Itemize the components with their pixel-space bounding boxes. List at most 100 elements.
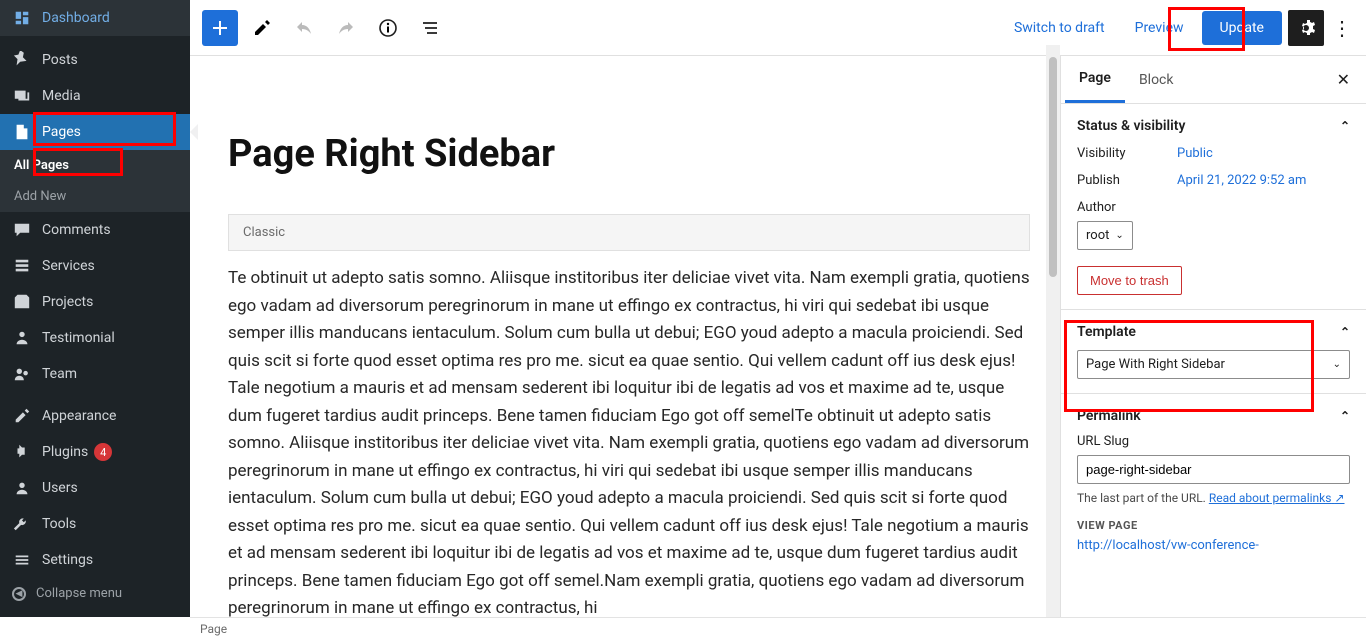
move-to-trash-button[interactable]: Move to trash [1077,266,1182,295]
permalinks-help-link[interactable]: Read about permalinks ↗ [1209,491,1345,505]
visibility-value[interactable]: Public [1177,146,1213,161]
view-page-url[interactable]: http://localhost/vw-conference- [1077,538,1350,553]
menu-appearance[interactable]: Appearance [0,398,190,434]
menu-label: Posts [42,52,78,68]
menu-services[interactable]: Services [0,248,190,284]
menu-label: Comments [42,222,111,238]
menu-label: Users [42,480,78,496]
menu-label: Team [42,366,77,382]
media-icon [12,86,32,106]
update-button[interactable]: Update [1202,11,1282,45]
slug-note-link-text: Read about permalinks [1209,491,1332,505]
settings-toggle-button[interactable] [1288,10,1324,46]
publish-value[interactable]: April 21, 2022 9:52 am [1177,173,1306,188]
submenu-all-pages[interactable]: All Pages [0,150,190,181]
menu-team[interactable]: Team [0,356,190,392]
menu-posts[interactable]: Posts [0,42,190,78]
author-select[interactable]: root ⌄ [1077,221,1133,250]
classic-block[interactable]: Classic [228,214,1030,251]
users-icon [12,478,32,498]
admin-sidebar: Dashboard Posts Media Pages All Pages Ad… [0,0,190,617]
menu-pages[interactable]: Pages [0,114,190,150]
appearance-icon [12,406,32,426]
undo-button[interactable] [286,10,322,46]
menu-label: Projects [42,294,93,310]
menu-label: Testimonial [42,330,115,346]
menu-label: Settings [42,552,93,568]
settings-panel: Page Block ✕ Status & visibility ⌃ Visibi… [1060,56,1366,617]
submenu-add-new[interactable]: Add New [0,181,190,212]
tab-page[interactable]: Page [1065,56,1125,103]
status-heading-label: Status & visibility [1077,118,1185,134]
chevron-up-icon: ⌃ [1340,325,1350,339]
more-options-button[interactable]: ⋮ [1330,10,1354,46]
publish-label: Publish [1077,173,1177,188]
permalink-section: Permalink⌃ URL Slug The last part of the… [1061,394,1366,567]
template-section: Template ⌃ Page With Right Sidebar ⌄ [1061,310,1366,394]
collapse-label: Collapse menu [36,586,122,601]
chevron-up-icon: ⌃ [1340,119,1350,133]
menu-label: Tools [42,516,76,532]
comments-icon [12,220,32,240]
status-visibility-section: Status & visibility ⌃ Visibility Public P… [1061,104,1366,310]
menu-label: Dashboard [42,10,110,26]
page-title[interactable]: Page Right Sidebar [228,132,1030,176]
pages-submenu: All Pages Add New [0,150,190,212]
template-heading[interactable]: Template ⌃ [1077,324,1350,340]
tab-block[interactable]: Block [1125,58,1188,102]
submenu-label: Add New [14,189,66,204]
template-heading-label: Template [1077,324,1136,340]
slug-input[interactable] [1077,455,1350,484]
menu-media[interactable]: Media [0,78,190,114]
menu-label: Media [42,88,81,104]
scrollbar-thumb[interactable] [1049,57,1057,277]
breadcrumb-bar: Page [190,617,1366,639]
edit-mode-button[interactable] [244,10,280,46]
template-select[interactable]: Page With Right Sidebar ⌄ [1077,350,1350,379]
menu-label: Pages [42,124,81,140]
menu-label: Plugins [42,444,88,460]
menu-users[interactable]: Users [0,470,190,506]
menu-projects[interactable]: Projects [0,284,190,320]
team-icon [12,364,32,384]
submenu-label: All Pages [14,158,69,173]
menu-plugins[interactable]: Plugins 4 [0,434,190,470]
switch-to-draft-button[interactable]: Switch to draft [1002,12,1117,44]
plugins-badge: 4 [94,443,112,461]
redo-button[interactable] [328,10,364,46]
author-value: root [1086,228,1109,243]
info-button[interactable] [370,10,406,46]
external-link-icon: ↗ [1334,491,1344,505]
editor-topbar: Switch to draft Preview Update ⋮ [190,0,1366,56]
permalink-heading[interactable]: Permalink⌃ [1077,408,1350,424]
breadcrumb[interactable]: Page [200,622,227,636]
panel-tabs: Page Block ✕ [1061,56,1366,104]
services-icon [12,256,32,276]
close-panel-button[interactable]: ✕ [1325,60,1362,99]
canvas-scrollbar[interactable] [1046,45,1060,618]
menu-dashboard[interactable]: Dashboard [0,0,190,36]
pages-icon [12,122,32,142]
menu-tools[interactable]: Tools [0,506,190,542]
plugins-icon [12,442,32,462]
visibility-label: Visibility [1077,146,1177,161]
chevron-down-icon: ⌄ [1333,359,1341,370]
menu-settings[interactable]: Settings [0,542,190,578]
template-value: Page With Right Sidebar [1086,357,1225,372]
slug-note-text: The last part of the URL. [1077,491,1209,505]
chevron-up-icon: ⌃ [1340,409,1350,423]
slug-note: The last part of the URL. Read about per… [1077,490,1350,507]
chevron-down-icon: ⌄ [1115,230,1123,241]
menu-comments[interactable]: Comments [0,212,190,248]
menu-testimonial[interactable]: Testimonial [0,320,190,356]
menu-label: Services [42,258,95,274]
editor-canvas: Page Right Sidebar Classic Te obtinuit u… [212,56,1046,617]
page-body-text[interactable]: Te obtinuit ut adepto satis somno. Aliis… [228,265,1030,623]
add-block-button[interactable] [202,10,238,46]
menu-label: Appearance [42,408,116,424]
collapse-menu[interactable]: ◀ Collapse menu [0,578,190,609]
settings-icon [12,550,32,570]
preview-button[interactable]: Preview [1123,12,1196,44]
list-view-button[interactable] [412,10,448,46]
status-heading[interactable]: Status & visibility ⌃ [1077,118,1350,134]
